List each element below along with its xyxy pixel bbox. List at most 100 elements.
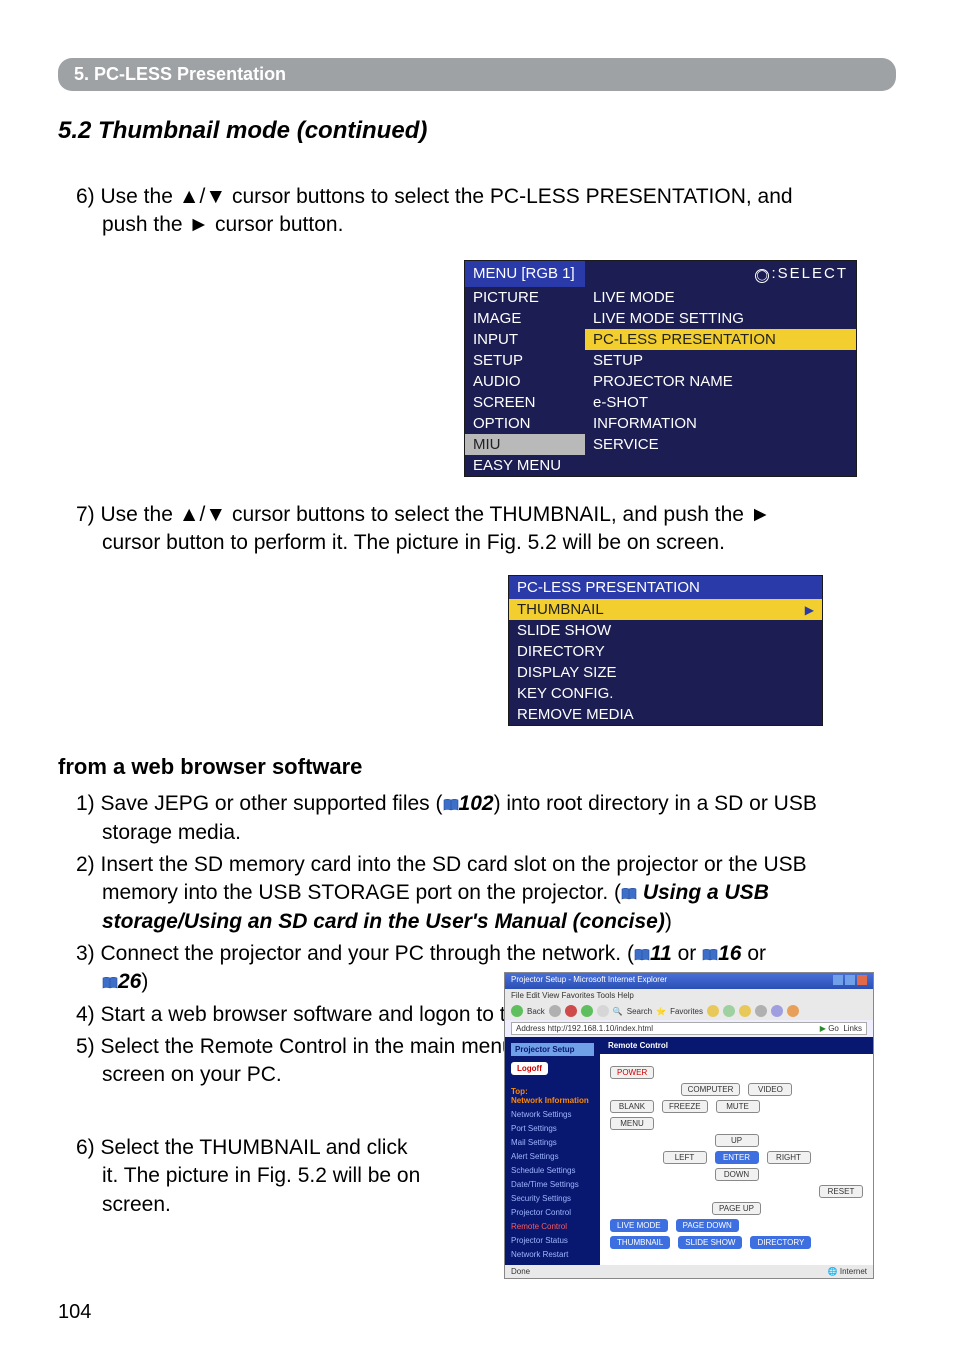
toolbar-icon: [723, 1005, 735, 1017]
address-value: http://192.168.1.10/index.html: [548, 1024, 653, 1033]
links-label: Links: [843, 1024, 862, 1033]
step-7-line2: cursor button to perform it. The picture…: [76, 529, 896, 557]
sidebar-link[interactable]: Port Settings: [511, 1124, 594, 1133]
window-buttons: [831, 975, 867, 987]
mute-button[interactable]: MUTE: [716, 1100, 760, 1113]
osd-left-item: INPUT: [465, 329, 585, 350]
livemode-button[interactable]: LIVE MODE: [610, 1219, 668, 1232]
sidebar-link[interactable]: Network Restart: [511, 1250, 594, 1259]
t: ): [665, 910, 672, 933]
osd-pcless-item-selected: THUMBNAIL ▶: [509, 599, 822, 620]
osd-left-item-selected: MIU: [465, 434, 585, 455]
toolbar: Back 🔍Search ⭐Favorites: [505, 1002, 873, 1020]
power-button[interactable]: POWER: [610, 1066, 654, 1079]
chevron-right-icon: ▶: [805, 603, 814, 617]
osd-pcless-item: DISPLAY SIZE: [509, 662, 822, 683]
step-7: 7) Use the ▲/▼ cursor buttons to select …: [76, 501, 896, 558]
t: 2) Insert the SD memory card into the SD…: [76, 853, 807, 876]
down-button[interactable]: DOWN: [715, 1168, 759, 1181]
go-label: Go: [828, 1024, 839, 1033]
osd-left-item: SCREEN: [465, 392, 585, 413]
step-b6: 6) Select the THUMBNAIL and click it. Th…: [76, 1134, 456, 1219]
main-panel: Remote Control POWER COMPUTER VIDEO BLANK…: [600, 1037, 873, 1265]
book-icon: [621, 888, 637, 900]
logoff-button[interactable]: Logoff: [511, 1062, 548, 1075]
osd-pcless-item: KEY CONFIG.: [509, 683, 822, 704]
up-button[interactable]: UP: [715, 1134, 759, 1147]
select-icon: ◯: [755, 269, 769, 283]
sidebar-link[interactable]: Mail Settings: [511, 1138, 594, 1147]
osd-menu-pcless: PC-LESS PRESENTATION THUMBNAIL▶ SLIDE SH…: [508, 575, 823, 726]
subheading-web: from a web browser software: [58, 754, 896, 780]
osd-left-item: AUDIO: [465, 371, 585, 392]
step-6a-line2: push the ► cursor button.: [76, 211, 896, 239]
toolbar-icon: [739, 1005, 751, 1017]
step-b1: 1) Save JEPG or other supported files (1…: [76, 790, 896, 847]
osd-left-item: PICTURE: [465, 287, 585, 308]
sidebar-link[interactable]: Projector Control: [511, 1208, 594, 1217]
status-internet: 🌐 Internet: [828, 1267, 867, 1276]
osd-right-item: e-SHOT: [585, 392, 856, 413]
sidebar-link[interactable]: Network Settings: [511, 1110, 594, 1119]
sidebar-title: Projector Setup: [511, 1043, 594, 1056]
section-heading: 5.2 Thumbnail mode (continued): [58, 117, 896, 145]
search-label: Search: [627, 1007, 652, 1016]
osd-right-item: PROJECTOR NAME: [585, 371, 856, 392]
menu-button[interactable]: MENU: [610, 1117, 654, 1130]
thumbnail-button[interactable]: THUMBNAIL: [610, 1236, 670, 1249]
osd-right-item: INFORMATION: [585, 413, 856, 434]
directory-button[interactable]: DIRECTORY: [750, 1236, 811, 1249]
reset-button[interactable]: RESET: [819, 1185, 863, 1198]
sidebar-link[interactable]: Schedule Settings: [511, 1166, 594, 1175]
menubar: File Edit View Favorites Tools Help: [505, 989, 873, 1002]
osd-pcless-item: DIRECTORY: [509, 641, 822, 662]
osd-title-left: MENU [RGB 1]: [465, 261, 585, 287]
slideshow-button[interactable]: SLIDE SHOW: [678, 1236, 742, 1249]
sidebar-link[interactable]: Projector Status: [511, 1236, 594, 1245]
chapter-bar: 5. PC-LESS Presentation: [58, 58, 896, 91]
osd-right-item: LIVE MODE: [585, 287, 856, 308]
osd-right-item-selected: PC-LESS PRESENTATION: [585, 329, 856, 350]
osd-right-column: LIVE MODE LIVE MODE SETTING PC-LESS PRES…: [585, 287, 856, 476]
video-button[interactable]: VIDEO: [748, 1083, 792, 1096]
t: memory into the USB STORAGE port on the …: [102, 881, 621, 904]
pagedown-button[interactable]: PAGE DOWN: [676, 1219, 739, 1232]
t: 1) Save JEPG or other supported files (: [76, 792, 443, 815]
book-icon: [443, 799, 459, 811]
sidebar-group-netinfo: Network Information: [511, 1096, 594, 1105]
favorites-icon: ⭐: [656, 1007, 666, 1016]
home-icon: [597, 1005, 609, 1017]
sidebar-link[interactable]: Security Settings: [511, 1194, 594, 1203]
step-6a: 6) Use the ▲/▼ cursor buttons to select …: [76, 183, 896, 240]
address-label: Address: [516, 1024, 545, 1033]
osd-left-item: IMAGE: [465, 308, 585, 329]
blank-button[interactable]: BLANK: [610, 1100, 654, 1113]
osd-pcless-item-label: THUMBNAIL: [517, 601, 604, 618]
t: storage media.: [76, 819, 896, 847]
t: ) into root directory in a SD or USB: [494, 792, 817, 815]
book-icon: [702, 949, 718, 961]
left-button[interactable]: LEFT: [663, 1151, 707, 1164]
enter-button[interactable]: ENTER: [715, 1151, 759, 1164]
favorites-label: Favorites: [670, 1007, 703, 1016]
sidebar-link-active[interactable]: Remote Control: [511, 1222, 594, 1231]
right-button[interactable]: RIGHT: [767, 1151, 811, 1164]
bold-ref: Using a USB: [637, 881, 769, 904]
osd-pcless-item: REMOVE MEDIA: [509, 704, 822, 725]
osd-right-item: SERVICE: [585, 434, 856, 455]
osd-title-select: ◯:SELECT: [585, 261, 856, 287]
sidebar-link[interactable]: Date/Time Settings: [511, 1180, 594, 1189]
pageup-button[interactable]: PAGE UP: [712, 1202, 761, 1215]
step-b2: 2) Insert the SD memory card into the SD…: [76, 851, 896, 936]
t: screen.: [76, 1191, 456, 1219]
main-title: Remote Control: [600, 1037, 873, 1054]
t: or: [672, 942, 702, 965]
toolbar-icon: [787, 1005, 799, 1017]
freeze-button[interactable]: FREEZE: [662, 1100, 708, 1113]
osd-pcless-title: PC-LESS PRESENTATION: [509, 576, 822, 599]
osd-title-select-text: :SELECT: [771, 265, 848, 282]
browser-screenshot: Projector Setup - Microsoft Internet Exp…: [504, 972, 874, 1279]
sidebar-link[interactable]: Alert Settings: [511, 1152, 594, 1161]
computer-button[interactable]: COMPUTER: [681, 1083, 741, 1096]
t: 6) Select the THUMBNAIL and click: [76, 1136, 407, 1159]
